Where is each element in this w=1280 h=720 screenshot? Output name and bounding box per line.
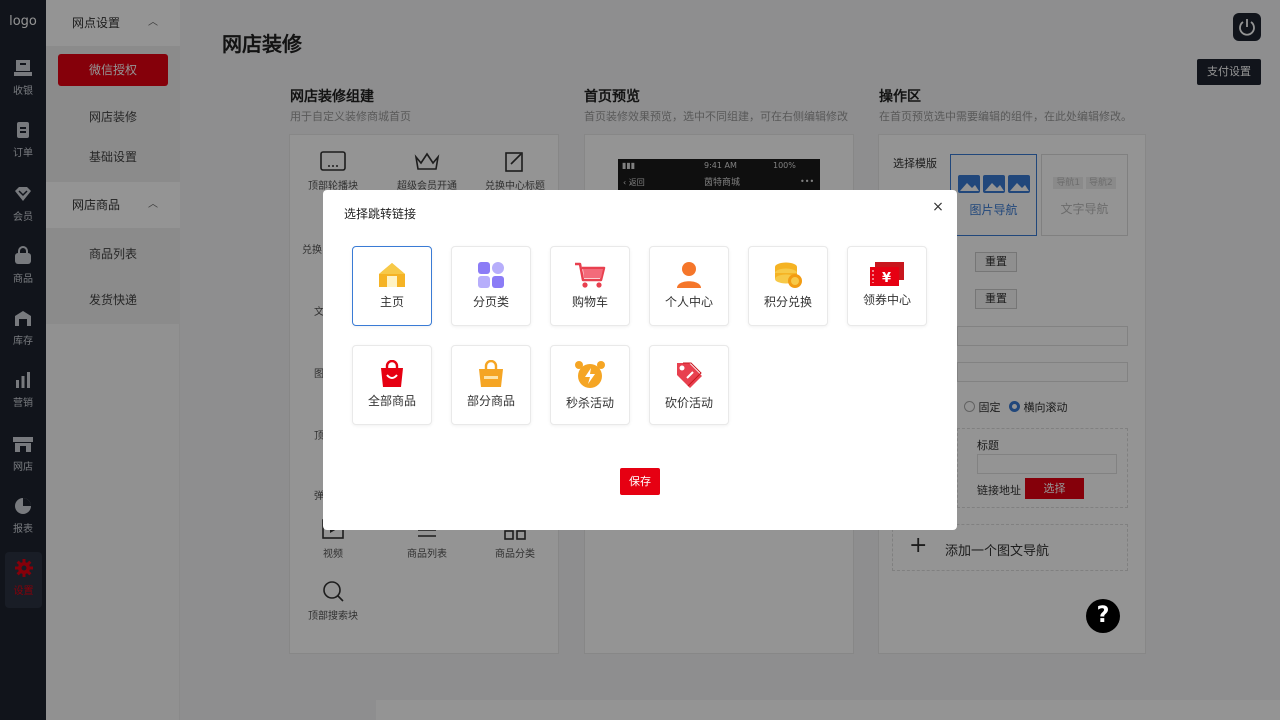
bag-icon [381, 360, 403, 387]
close-icon[interactable]: × [930, 199, 946, 215]
coins-icon [775, 262, 802, 288]
home-icon [379, 263, 405, 287]
link-select-modal: 选择跳转链接 × 主页 分页类 购物车 个人中心 积分兑换 ¥ 领券中心 全部商… [323, 190, 957, 530]
svg-text:¥: ¥ [882, 271, 891, 286]
cart-icon [575, 262, 606, 288]
link-option-coupon-center[interactable]: ¥ 领券中心 [847, 246, 927, 326]
save-button[interactable]: 保存 [620, 468, 660, 495]
modal-title: 选择跳转链接 [344, 207, 417, 221]
link-option-user-center[interactable]: 个人中心 [649, 246, 729, 326]
price-tag-icon [677, 362, 702, 388]
link-option-bargain[interactable]: 砍价活动 [649, 345, 729, 425]
link-option-home[interactable]: 主页 [352, 246, 432, 326]
category-grid-icon [478, 262, 504, 288]
link-option-points-exchange[interactable]: 积分兑换 [748, 246, 828, 326]
link-option-all-goods[interactable]: 全部商品 [352, 345, 432, 425]
link-option-some-goods[interactable]: 部分商品 [451, 345, 531, 425]
link-option-category[interactable]: 分页类 [451, 246, 531, 326]
coupon-icon: ¥ [870, 262, 904, 286]
bag-partial-icon [479, 360, 503, 387]
help-button[interactable]: ? [1086, 599, 1120, 633]
link-option-cart[interactable]: 购物车 [550, 246, 630, 326]
link-option-flash-sale[interactable]: 秒杀活动 [550, 345, 630, 425]
flash-alarm-icon [575, 361, 605, 388]
user-icon [677, 262, 701, 288]
